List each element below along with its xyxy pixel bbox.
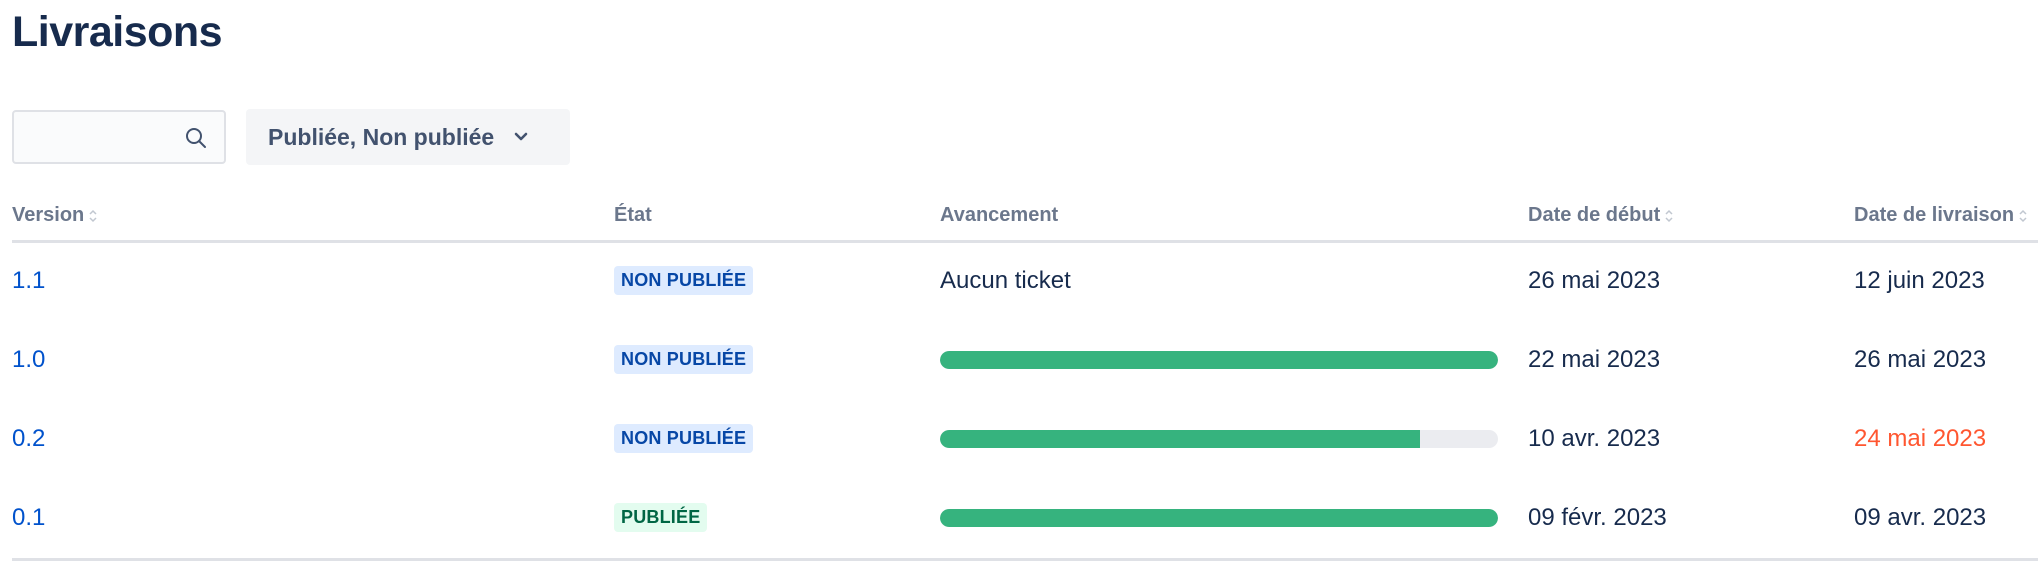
start-date: 22 mai 2023	[1528, 345, 1661, 373]
status-badge: NON PUBLIÉE	[614, 345, 754, 374]
status-badge: NON PUBLIÉE	[614, 266, 754, 295]
progress-bar-fill	[940, 429, 1420, 448]
column-header-status: État	[614, 204, 652, 227]
sort-icon	[2019, 209, 2027, 222]
progress-text: Aucun ticket	[940, 266, 1071, 294]
version-link[interactable]: 1.0	[12, 346, 45, 374]
table-row: 0.2 NON PUBLIÉE 10 avr. 2023 24 mai 2023	[12, 399, 2038, 478]
release-date: 12 juin 2023	[1854, 266, 1985, 294]
sort-icon	[1665, 209, 1673, 222]
start-date: 09 févr. 2023	[1528, 503, 1667, 531]
version-link[interactable]: 0.1	[12, 504, 45, 532]
column-header-version-label: Version	[12, 204, 85, 226]
releases-page: Livraisons Publiée, Non publiée Version …	[0, 0, 2038, 572]
status-filter-dropdown[interactable]: Publiée, Non publiée	[246, 109, 570, 165]
status-badge: PUBLIÉE	[614, 503, 708, 532]
page-title: Livraisons	[12, 8, 223, 56]
progress-bar-fill	[940, 350, 1498, 369]
table-row: 1.1 NON PUBLIÉE Aucun ticket 26 mai 2023…	[12, 241, 2038, 320]
column-header-start-date[interactable]: Date de début	[1528, 204, 1674, 227]
release-date: 09 avr. 2023	[1854, 503, 1987, 531]
status-badge: NON PUBLIÉE	[614, 424, 754, 453]
table-row: 1.0 NON PUBLIÉE 22 mai 2023 26 mai 2023	[12, 320, 2038, 399]
status-filter-label: Publiée, Non publiée	[268, 123, 495, 150]
table-header: Version État Avancement Date de début Da…	[12, 200, 2038, 243]
search-box[interactable]	[12, 110, 226, 164]
progress-bar[interactable]	[940, 508, 1498, 527]
column-header-progress: Avancement	[940, 204, 1058, 227]
table-row: 0.1 PUBLIÉE 09 févr. 2023 09 avr. 2023	[12, 478, 2038, 557]
column-header-start-date-label: Date de début	[1528, 204, 1661, 226]
search-icon[interactable]	[184, 126, 208, 150]
progress-bar[interactable]	[940, 350, 1498, 369]
column-header-version[interactable]: Version	[12, 204, 98, 227]
table-bottom-divider	[12, 558, 2038, 561]
progress-bar[interactable]	[940, 429, 1498, 448]
column-header-release-date-label: Date de livraison	[1854, 204, 2015, 226]
progress-bar-fill	[940, 508, 1498, 527]
start-date: 26 mai 2023	[1528, 266, 1661, 294]
column-header-progress-label: Avancement	[940, 204, 1059, 226]
start-date: 10 avr. 2023	[1528, 424, 1661, 452]
search-input[interactable]	[14, 112, 184, 162]
release-date: 26 mai 2023	[1854, 345, 1987, 373]
release-date-overdue: 24 mai 2023	[1854, 424, 1987, 452]
chevron-down-icon	[514, 132, 528, 141]
column-header-status-label: État	[614, 204, 652, 226]
version-link[interactable]: 0.2	[12, 425, 45, 453]
column-header-release-date[interactable]: Date de livraison	[1854, 204, 2028, 227]
version-link[interactable]: 1.1	[12, 267, 45, 295]
sort-icon	[89, 209, 97, 222]
